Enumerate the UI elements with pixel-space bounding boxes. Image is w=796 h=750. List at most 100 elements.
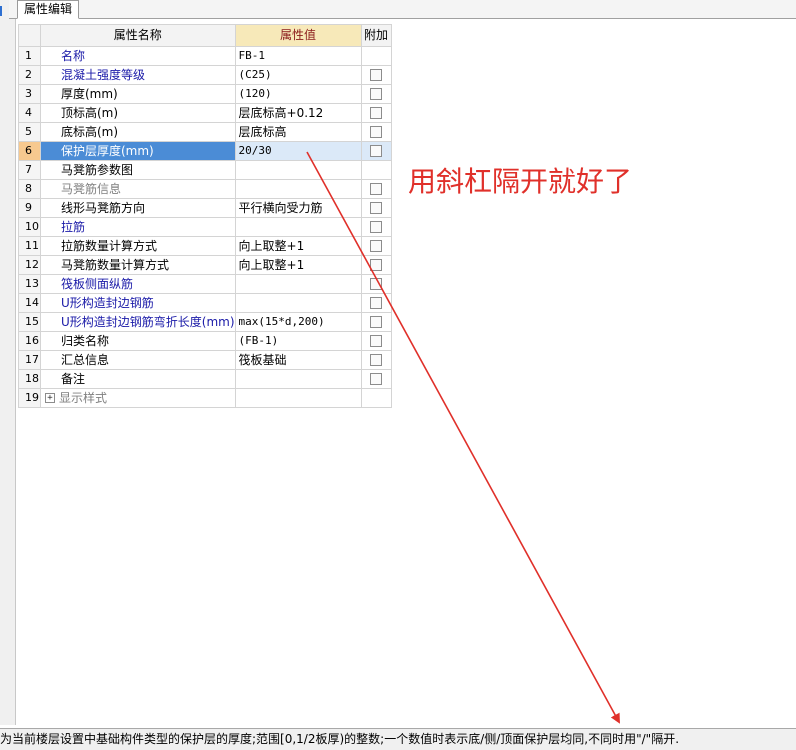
property-value-cell[interactable]: (C25): [234, 65, 362, 85]
property-name-cell[interactable]: 马凳筋信息: [40, 179, 236, 199]
property-value-cell[interactable]: FB-1: [234, 46, 362, 66]
property-name-cell[interactable]: 线形马凳筋方向: [40, 198, 236, 218]
tab-property-edit[interactable]: 属性编辑: [17, 0, 80, 19]
table-row[interactable]: 5 底标高(m) 层底标高: [18, 122, 392, 142]
property-value-cell[interactable]: 向上取整+1: [234, 236, 362, 256]
extra-cell: [360, 331, 392, 351]
table-row[interactable]: 2 混凝土强度等级 (C25): [18, 65, 392, 85]
table-row[interactable]: 17 汇总信息 筏板基础: [18, 350, 392, 370]
checkbox-icon[interactable]: [370, 220, 383, 233]
property-value-cell[interactable]: 平行横向受力筋: [234, 198, 362, 218]
checkbox-icon[interactable]: [370, 277, 383, 290]
property-name-cell[interactable]: 拉筋数量计算方式: [40, 236, 236, 256]
table-row[interactable]: 10 拉筋: [18, 217, 392, 237]
plus-box-icon[interactable]: +: [45, 392, 55, 403]
row-number: 14: [18, 293, 41, 313]
checkbox-icon[interactable]: [370, 106, 383, 119]
property-value-cell[interactable]: [234, 179, 362, 199]
row-number: 13: [18, 274, 41, 294]
property-name-cell[interactable]: 汇总信息: [40, 350, 236, 370]
property-name-cell[interactable]: 名称: [40, 46, 236, 66]
property-name-cell[interactable]: 马凳筋参数图: [40, 160, 236, 180]
checkbox-icon[interactable]: [370, 68, 383, 81]
extra-cell: [360, 84, 392, 104]
property-value-cell[interactable]: [234, 160, 362, 180]
property-name-cell[interactable]: 厚度(mm): [40, 84, 236, 104]
annotation-text: 用斜杠隔开就好了: [408, 165, 633, 198]
table-row[interactable]: 14 U形构造封边钢筋: [18, 293, 392, 313]
checkbox-icon[interactable]: [370, 239, 383, 252]
extra-cell: [360, 255, 392, 275]
extra-cell: [360, 160, 392, 180]
property-name-cell[interactable]: U形构造封边钢筋: [40, 293, 236, 313]
row-number: 19: [18, 388, 41, 408]
property-name-cell[interactable]: U形构造封边钢筋弯折长度(mm): [40, 312, 236, 332]
checkbox-icon[interactable]: [370, 334, 383, 347]
property-value-cell[interactable]: 层底标高: [234, 122, 362, 142]
dock-marker: [0, 6, 7, 16]
property-value-cell[interactable]: [234, 293, 362, 313]
table-row[interactable]: 4 顶标高(m) 层底标高+0.12: [18, 103, 392, 123]
property-name-cell[interactable]: 拉筋: [40, 217, 236, 237]
property-grid: 属性名称 属性值 附加 1 名称 FB-1 2 混凝土强度等级 (C25) 3 厚度(mm)(…: [18, 24, 392, 408]
table-row[interactable]: 18 备注: [18, 369, 392, 389]
table-row[interactable]: 11 拉筋数量计算方式 向上取整+1: [18, 236, 392, 256]
checkbox-icon[interactable]: [370, 258, 383, 271]
header-extra[interactable]: 附加: [360, 24, 392, 47]
table-row[interactable]: 12 马凳筋数量计算方式 向上取整+1: [18, 255, 392, 275]
extra-cell: [360, 350, 392, 370]
property-value-cell[interactable]: [234, 388, 362, 408]
table-row[interactable]: 9 线形马凳筋方向 平行横向受力筋: [18, 198, 392, 218]
property-value-cell[interactable]: max(15*d,200): [234, 312, 362, 332]
row-number: 17: [18, 350, 41, 370]
checkbox-icon[interactable]: [370, 296, 383, 309]
table-row[interactable]: 19 + 显示样式: [18, 388, 392, 408]
property-name-cell[interactable]: 保护层厚度(mm): [40, 141, 236, 161]
row-number: 8: [18, 179, 41, 199]
checkbox-icon[interactable]: [370, 125, 383, 138]
table-row[interactable]: 15 U形构造封边钢筋弯折长度(mm) max(15*d,200): [18, 312, 392, 332]
property-value-cell[interactable]: 向上取整+1: [234, 255, 362, 275]
property-name-cell[interactable]: + 显示样式: [40, 388, 236, 408]
table-row[interactable]: 8 马凳筋信息: [18, 179, 392, 199]
header-property-value[interactable]: 属性值: [234, 24, 362, 47]
tab-bar: 属性编辑: [9, 0, 796, 19]
property-value-cell[interactable]: [234, 217, 362, 237]
property-value-cell[interactable]: 20/30: [234, 141, 362, 161]
row-number: 12: [18, 255, 41, 275]
checkbox-icon[interactable]: [370, 201, 383, 214]
property-name-cell[interactable]: 筏板侧面纵筋: [40, 274, 236, 294]
table-row[interactable]: 13 筏板侧面纵筋: [18, 274, 392, 294]
checkbox-icon[interactable]: [370, 315, 383, 328]
property-name-cell[interactable]: 备注: [40, 369, 236, 389]
table-row[interactable]: 16 归类名称 (FB-1): [18, 331, 392, 351]
property-name-cell[interactable]: 混凝土强度等级: [40, 65, 236, 85]
header-property-name[interactable]: 属性名称: [40, 24, 236, 47]
property-value-cell[interactable]: 筏板基础: [234, 350, 362, 370]
header-row-number: [18, 24, 41, 47]
table-row[interactable]: 1 名称 FB-1: [18, 46, 392, 66]
property-name-cell[interactable]: 马凳筋数量计算方式: [40, 255, 236, 275]
checkbox-icon[interactable]: [370, 182, 383, 195]
property-name-cell[interactable]: 顶标高(m): [40, 103, 236, 123]
property-value-cell[interactable]: (FB-1): [234, 331, 362, 351]
grid-body: 1 名称 FB-1 2 混凝土强度等级 (C25) 3 厚度(mm) (120) 4 顶标高(m) 层…: [18, 46, 392, 408]
extra-cell: [360, 65, 392, 85]
row-number: 10: [18, 217, 41, 237]
row-number: 4: [18, 103, 41, 123]
extra-cell: [360, 141, 392, 161]
table-row[interactable]: 3 厚度(mm) (120): [18, 84, 392, 104]
property-value-cell[interactable]: 层底标高+0.12: [234, 103, 362, 123]
extra-cell: [360, 312, 392, 332]
property-value-cell[interactable]: [234, 369, 362, 389]
property-value-cell[interactable]: [234, 274, 362, 294]
table-row[interactable]: 6 保护层厚度(mm) 20/30: [18, 141, 392, 161]
checkbox-icon[interactable]: [370, 372, 383, 385]
property-value-cell[interactable]: (120): [234, 84, 362, 104]
property-name-cell[interactable]: 归类名称: [40, 331, 236, 351]
checkbox-icon[interactable]: [370, 353, 383, 366]
checkbox-icon[interactable]: [370, 87, 383, 100]
table-row[interactable]: 7 马凳筋参数图: [18, 160, 392, 180]
property-name-cell[interactable]: 底标高(m): [40, 122, 236, 142]
checkbox-icon[interactable]: [370, 144, 383, 157]
